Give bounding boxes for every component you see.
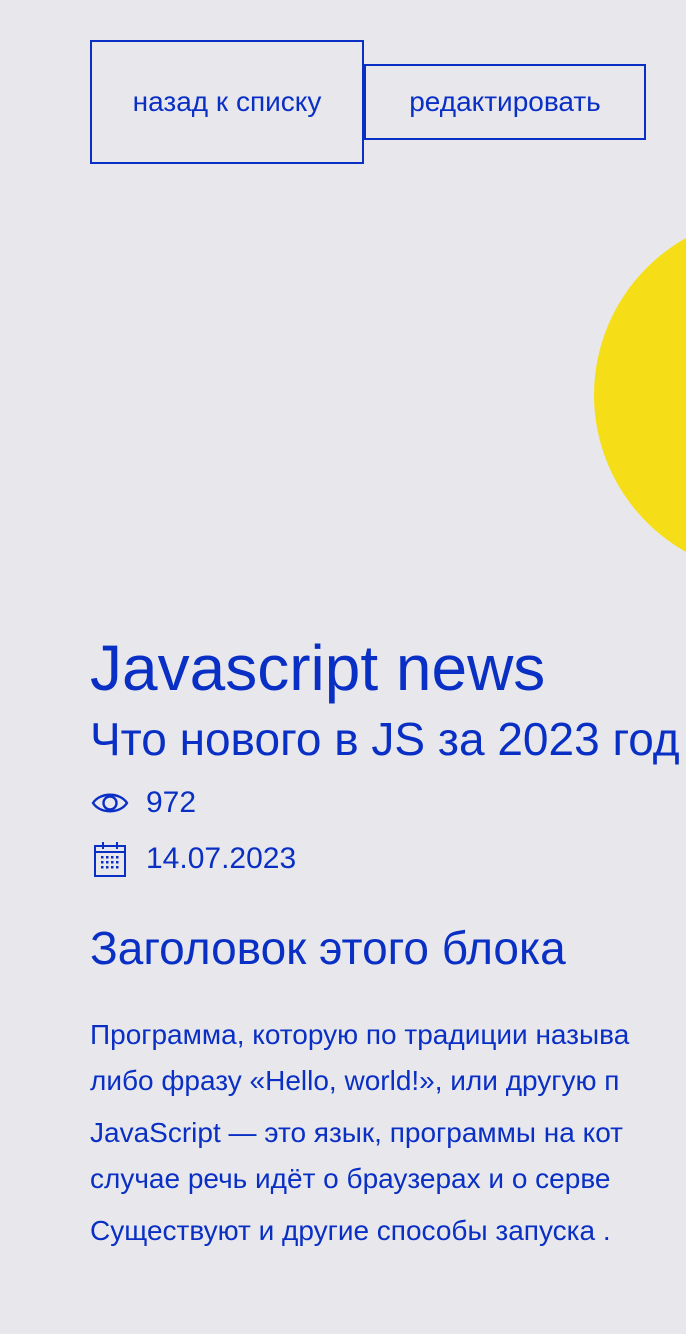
block-heading: Заголовок этого блока (90, 922, 566, 974)
calendar-icon (90, 839, 130, 879)
paragraph: JavaScript — это язык, программы на кот … (90, 1110, 686, 1202)
paragraph: Существуют и другие способы запуска . (90, 1208, 686, 1254)
publish-date: 14.07.2023 (146, 842, 297, 875)
decorative-circle (594, 215, 686, 575)
article-page: назад к списку редактировать Javascript … (0, 0, 686, 1334)
views-count: 972 (146, 786, 197, 819)
date-meta: 14.07.2023 (90, 839, 296, 879)
paragraph-line: Программа, которую по традиции называ (90, 1019, 630, 1050)
eye-icon (90, 783, 130, 823)
article-subtitle: Что нового в JS за 2023 год (90, 713, 680, 765)
paragraph-line: либо фразу «Hello, world!», или другую п (90, 1065, 620, 1096)
paragraph-line: случае речь идёт о браузерах и о серве (90, 1163, 611, 1194)
back-to-list-button[interactable]: назад к списку (90, 40, 364, 164)
paragraph-line: Существуют и другие способы запуска . (90, 1215, 611, 1246)
views-meta: 972 (90, 783, 196, 823)
edit-button[interactable]: редактировать (364, 64, 646, 140)
page-title: Javascript news (90, 632, 546, 704)
paragraph-line: JavaScript — это язык, программы на кот (90, 1117, 623, 1148)
article-body: Программа, которую по традиции называ ли… (90, 1012, 686, 1270)
paragraph: Программа, которую по традиции называ ли… (90, 1012, 686, 1104)
